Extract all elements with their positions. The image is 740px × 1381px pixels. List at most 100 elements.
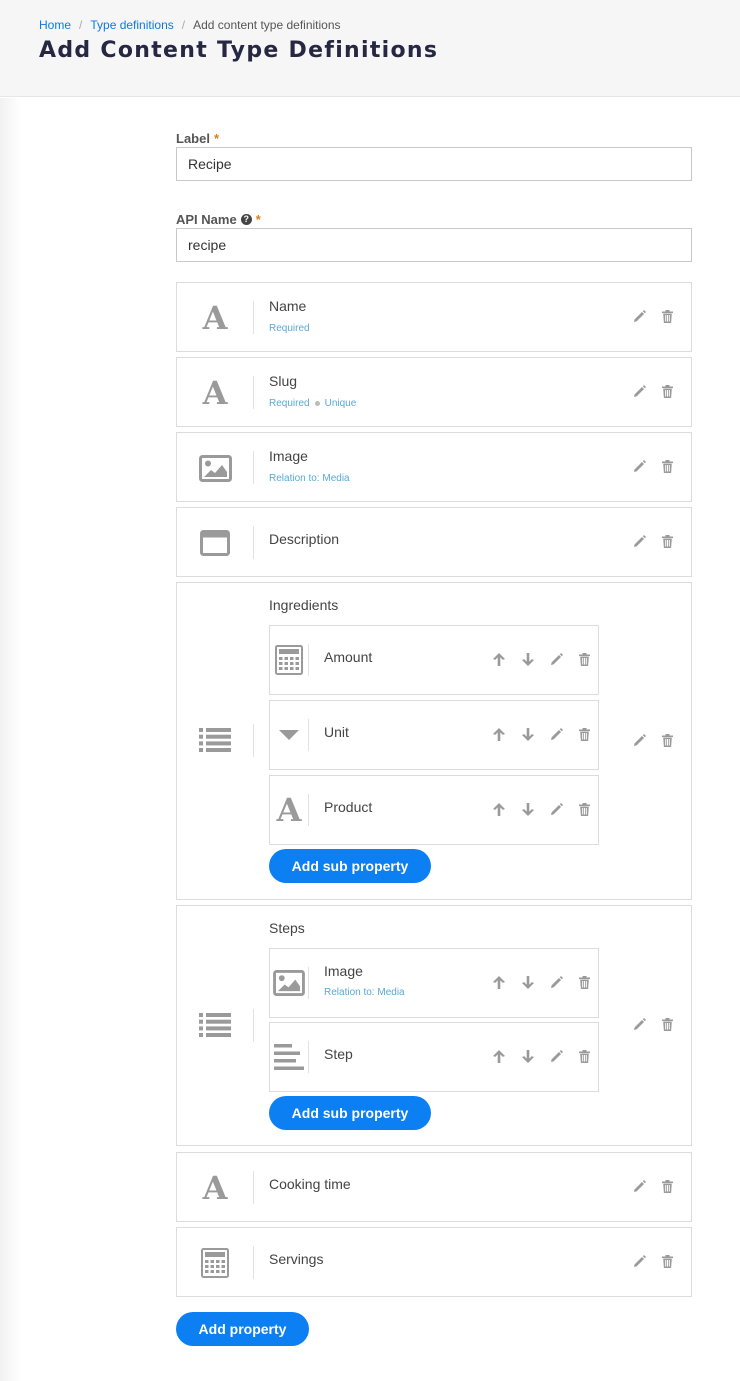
image-icon xyxy=(193,450,237,486)
edit-icon[interactable] xyxy=(548,801,564,817)
breadcrumb-current: Add content type definitions xyxy=(193,18,341,32)
property-name: Image xyxy=(269,448,308,464)
edit-icon[interactable] xyxy=(631,1178,647,1194)
edit-icon[interactable] xyxy=(631,1253,647,1269)
text-a-icon: A xyxy=(276,791,302,829)
calculator-icon xyxy=(273,643,305,677)
breadcrumb-type-definitions-link[interactable]: Type definitions xyxy=(90,18,173,32)
arrow-down-icon[interactable] xyxy=(520,801,536,817)
property-card-steps[interactable]: Steps Image Relation to: Media Step Add … xyxy=(176,905,692,1146)
edit-icon[interactable] xyxy=(631,458,647,474)
trash-icon[interactable] xyxy=(576,651,592,667)
arrow-down-icon[interactable] xyxy=(520,974,536,990)
label-field: Label * xyxy=(176,130,219,146)
edit-icon[interactable] xyxy=(631,383,647,399)
trash-icon[interactable] xyxy=(576,974,592,990)
trash-icon[interactable] xyxy=(659,533,675,549)
edit-icon[interactable] xyxy=(631,732,647,748)
trash-icon[interactable] xyxy=(659,1178,675,1194)
arrow-up-icon[interactable] xyxy=(491,974,507,990)
add-sub-property-button[interactable]: Add sub property xyxy=(269,1096,431,1130)
text-a-icon: A xyxy=(202,1169,228,1207)
property-card-servings[interactable]: Servings xyxy=(176,1227,692,1297)
arrow-down-icon[interactable] xyxy=(520,651,536,667)
label-input[interactable] xyxy=(176,147,692,181)
trash-icon[interactable] xyxy=(659,732,675,748)
edit-icon[interactable] xyxy=(548,651,564,667)
page-title: Add Content Type Definitions xyxy=(39,38,439,63)
breadcrumb: Home / Type definitions / Add content ty… xyxy=(39,0,740,32)
required-mark: * xyxy=(255,211,261,227)
api-name-input[interactable] xyxy=(176,228,692,262)
trash-icon[interactable] xyxy=(659,1253,675,1269)
trash-icon[interactable] xyxy=(576,726,592,742)
sub-property-card-amount[interactable]: Amount xyxy=(269,625,599,695)
edit-icon[interactable] xyxy=(631,533,647,549)
trash-icon[interactable] xyxy=(659,383,675,399)
image-icon xyxy=(273,966,305,1000)
text-a-icon: A xyxy=(202,299,228,337)
sub-property-name: Amount xyxy=(324,649,373,665)
label-field-label: Label xyxy=(176,130,210,146)
page-header: Home / Type definitions / Add content ty… xyxy=(0,0,740,97)
edit-icon[interactable] xyxy=(631,308,647,324)
arrow-down-icon[interactable] xyxy=(520,1048,536,1064)
api-name-field: API Name ? * xyxy=(176,211,261,227)
sub-property-card-unit[interactable]: Unit xyxy=(269,700,599,770)
property-card-ingredients[interactable]: Ingredients Amount Unit A Product Add su… xyxy=(176,582,692,900)
help-icon[interactable]: ? xyxy=(240,213,252,225)
edit-icon[interactable] xyxy=(548,1048,564,1064)
add-property-button[interactable]: Add property xyxy=(176,1312,309,1346)
property-name: Cooking time xyxy=(269,1176,351,1192)
sub-property-card-product[interactable]: A Product xyxy=(269,775,599,845)
paragraph-icon xyxy=(273,1040,305,1074)
property-card-description[interactable]: Description xyxy=(176,507,692,577)
dropdown-caret-icon xyxy=(273,718,305,752)
arrow-up-icon[interactable] xyxy=(491,1048,507,1064)
trash-icon[interactable] xyxy=(576,1048,592,1064)
breadcrumb-home-link[interactable]: Home xyxy=(39,18,71,32)
sub-property-meta: Relation to: Media xyxy=(324,987,405,998)
api-name-field-label: API Name xyxy=(176,211,237,227)
trash-icon[interactable] xyxy=(659,1016,675,1032)
property-meta: Required Unique xyxy=(269,398,357,409)
text-a-icon: A xyxy=(202,374,228,412)
property-card-image[interactable]: Image Relation to: Media xyxy=(176,432,692,502)
property-card-slug[interactable]: A Slug Required Unique xyxy=(176,357,692,427)
add-sub-property-button[interactable]: Add sub property xyxy=(269,849,431,883)
trash-icon[interactable] xyxy=(659,308,675,324)
sub-property-name: Step xyxy=(324,1046,353,1062)
property-meta: Required xyxy=(269,323,310,334)
property-name: Slug xyxy=(269,373,298,389)
property-card-name[interactable]: A Name Required xyxy=(176,282,692,352)
breadcrumb-separator: / xyxy=(181,18,186,32)
sub-property-name: Unit xyxy=(324,724,349,740)
property-card-cooking-time[interactable]: A Cooking time xyxy=(176,1152,692,1222)
arrow-down-icon[interactable] xyxy=(520,726,536,742)
trash-icon[interactable] xyxy=(659,458,675,474)
left-shadow xyxy=(0,98,22,1381)
property-name: Servings xyxy=(269,1251,324,1267)
sub-property-name: Product xyxy=(324,799,373,815)
list-icon xyxy=(193,1007,237,1043)
calculator-icon xyxy=(193,1245,237,1281)
arrow-up-icon[interactable] xyxy=(491,651,507,667)
property-name: Description xyxy=(269,531,340,547)
sub-property-name: Image xyxy=(324,963,363,979)
property-name: Name xyxy=(269,298,307,314)
trash-icon[interactable] xyxy=(576,801,592,817)
edit-icon[interactable] xyxy=(548,726,564,742)
window-icon xyxy=(193,525,237,561)
property-name: Steps xyxy=(269,920,305,936)
list-icon xyxy=(193,722,237,758)
edit-icon[interactable] xyxy=(548,974,564,990)
sub-property-card-step[interactable]: Step xyxy=(269,1022,599,1092)
property-name: Ingredients xyxy=(269,597,339,613)
required-mark: * xyxy=(213,130,220,146)
sub-property-card-image[interactable]: Image Relation to: Media xyxy=(269,948,599,1018)
breadcrumb-separator: / xyxy=(79,18,83,32)
arrow-up-icon[interactable] xyxy=(491,801,507,817)
property-meta: Relation to: Media xyxy=(269,473,350,484)
edit-icon[interactable] xyxy=(631,1016,647,1032)
arrow-up-icon[interactable] xyxy=(491,726,507,742)
